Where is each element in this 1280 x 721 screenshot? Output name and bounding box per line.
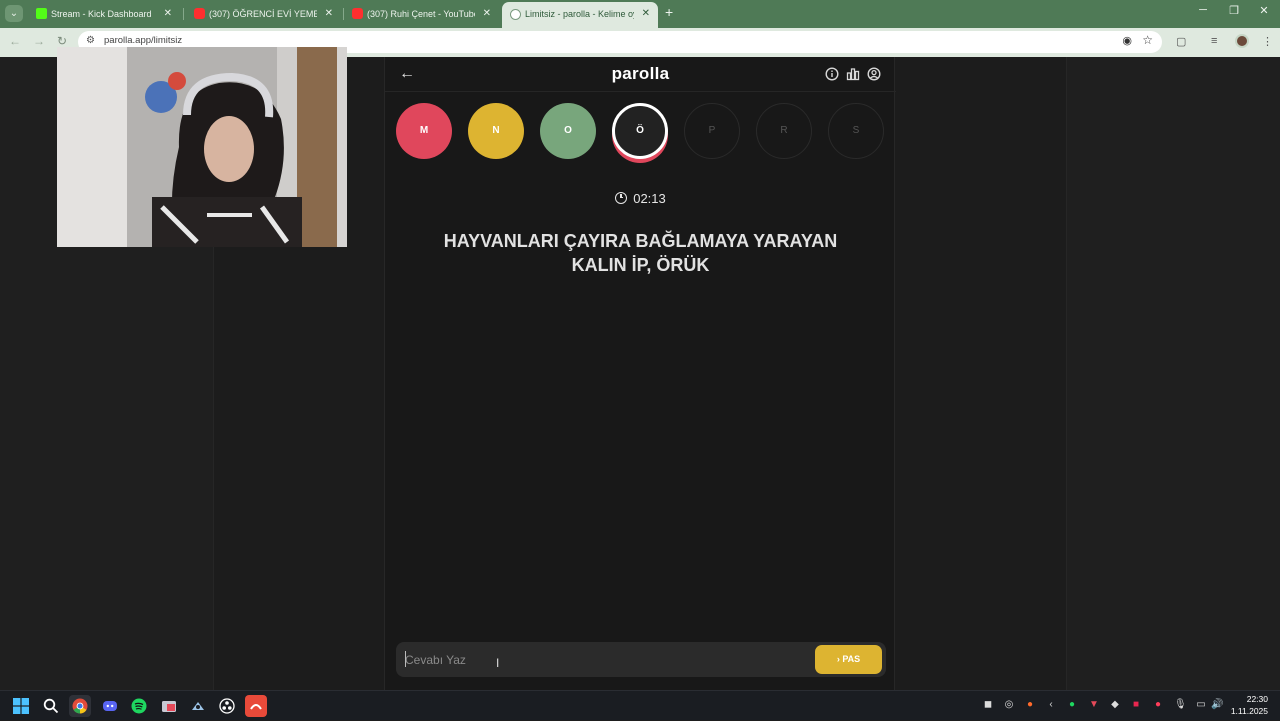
app3-tray-icon[interactable]: ● bbox=[1152, 699, 1164, 711]
parolla-favicon-icon bbox=[510, 9, 521, 20]
app-logo: parolla bbox=[611, 64, 670, 83]
letter-s: S bbox=[828, 103, 884, 159]
shield-tray-icon[interactable]: ▼ bbox=[1088, 699, 1100, 711]
clock-icon bbox=[615, 192, 628, 204]
explorer-icon[interactable] bbox=[158, 695, 180, 717]
chrome-menu-icon[interactable]: ⋮ bbox=[1262, 35, 1273, 48]
youtube-favicon-icon bbox=[194, 8, 205, 19]
tab-divider bbox=[183, 8, 184, 20]
chevron-right-icon: › bbox=[836, 654, 840, 664]
discord-tray-icon[interactable]: ◼ bbox=[982, 699, 994, 711]
timer: 02:13 bbox=[385, 191, 896, 206]
letter-n: N bbox=[468, 103, 524, 159]
tab-title: (307) ÖĞRENCİ EVİ YEMEKTEYİZ bbox=[209, 9, 317, 19]
new-tab-button[interactable]: + bbox=[665, 4, 673, 20]
steam-tray-icon[interactable]: ◆ bbox=[1109, 699, 1121, 711]
network-icon[interactable]: ▭ bbox=[1195, 699, 1207, 711]
letter-o: O bbox=[540, 103, 596, 159]
app-header: ← parolla bbox=[385, 57, 896, 92]
info-icon[interactable] bbox=[825, 67, 839, 81]
webcam-overlay bbox=[57, 47, 347, 247]
tab-youtube-ogrenci-evi[interactable]: (307) ÖĞRENCİ EVİ YEMEKTEYİZ ✕ bbox=[186, 3, 341, 25]
parolla-game-panel: ← parolla M N O Ö P R S 02:13 HAYVANLARI… bbox=[384, 57, 896, 690]
reload-icon[interactable]: ↻ bbox=[57, 34, 67, 48]
pass-button[interactable]: › PAS bbox=[815, 645, 882, 674]
forward-arrow-icon[interactable]: → bbox=[33, 34, 45, 48]
profile-avatar[interactable] bbox=[1235, 34, 1249, 48]
chevron-left-icon[interactable]: ‹ bbox=[1045, 699, 1057, 711]
back-arrow-icon[interactable]: ← bbox=[9, 34, 21, 48]
right-gutter bbox=[895, 57, 1067, 690]
tab-search-button[interactable]: ⌄ bbox=[5, 5, 23, 22]
browser-tab-strip: ⌄ Stream - Kick Dashboard ✕ (307) ÖĞRENC… bbox=[0, 0, 1280, 28]
text-caret bbox=[405, 651, 406, 667]
spotify-tray-icon[interactable]: ● bbox=[1066, 699, 1078, 711]
tab-title: Stream - Kick Dashboard bbox=[51, 9, 152, 19]
letter-p: P bbox=[684, 103, 740, 159]
extensions-icon[interactable]: ▢ bbox=[1176, 35, 1186, 48]
stats-icon[interactable] bbox=[846, 67, 860, 81]
search-icon[interactable] bbox=[40, 695, 62, 717]
minimize-window-icon[interactable]: ─ bbox=[1193, 4, 1213, 16]
obs-tray-icon[interactable]: ◎ bbox=[1003, 699, 1015, 711]
eye-off-icon[interactable]: ◉ bbox=[1122, 34, 1132, 47]
tab-title: Limitsiz - parolla - Kelime oyunu bbox=[525, 9, 634, 19]
close-tab-icon[interactable]: ✕ bbox=[164, 3, 172, 25]
close-window-icon[interactable]: ✕ bbox=[1254, 4, 1274, 17]
tab-kick-dashboard[interactable]: Stream - Kick Dashboard ✕ bbox=[28, 3, 180, 25]
obs-icon[interactable] bbox=[216, 695, 238, 717]
app-tray-icon[interactable]: ● bbox=[1024, 699, 1036, 711]
chrome-icon[interactable] bbox=[69, 695, 91, 717]
taskbar-date[interactable]: 1.11.2025 bbox=[1231, 706, 1268, 716]
answer-input[interactable] bbox=[405, 651, 795, 669]
tab-youtube-ruhi-cenet[interactable]: (307) Ruhi Çenet - YouTube ✕ bbox=[344, 3, 499, 25]
discord-icon[interactable] bbox=[99, 695, 121, 717]
webcam-feed bbox=[57, 47, 347, 247]
tab-parolla-limitsiz[interactable]: Limitsiz - parolla - Kelime oyunu ✕ bbox=[502, 2, 658, 28]
windows-taskbar: ◼ ◎ ● ‹ ● ▼ ◆ ■ ● 🎙 ▭ 🔊 22:30 1.11.2025 bbox=[0, 690, 1280, 720]
letter-r: R bbox=[756, 103, 812, 159]
spotify-icon[interactable] bbox=[128, 695, 150, 717]
bookmark-star-icon[interactable]: ☆ bbox=[1142, 33, 1153, 47]
url-text[interactable]: parolla.app/limitsiz bbox=[104, 35, 182, 46]
app2-tray-icon[interactable]: ■ bbox=[1130, 699, 1142, 711]
letter-m: M bbox=[396, 103, 452, 159]
restore-window-icon[interactable]: ❐ bbox=[1224, 4, 1244, 17]
tab-title: (307) Ruhi Çenet - YouTube bbox=[367, 9, 475, 19]
letter-o-umlaut-current: Ö bbox=[612, 103, 668, 159]
steam-icon[interactable] bbox=[187, 695, 209, 717]
mouse-ibeam-cursor-icon: I bbox=[496, 656, 500, 670]
taskbar-time[interactable]: 22:30 bbox=[1247, 694, 1268, 704]
youtube-favicon-icon bbox=[352, 8, 363, 19]
media-controls-icon[interactable]: ≡ bbox=[1211, 35, 1217, 47]
close-tab-icon[interactable]: ✕ bbox=[325, 3, 333, 25]
answer-bar: I › PAS bbox=[396, 642, 886, 677]
kick-favicon-icon bbox=[36, 8, 47, 19]
volume-icon[interactable]: 🔊 bbox=[1211, 699, 1223, 711]
media-app-icon[interactable] bbox=[245, 695, 267, 717]
profile-icon[interactable] bbox=[867, 67, 881, 81]
pass-label: PAS bbox=[842, 654, 861, 664]
timer-value: 02:13 bbox=[633, 191, 666, 206]
close-tab-icon[interactable]: ✕ bbox=[642, 2, 650, 26]
windows-start-icon[interactable] bbox=[10, 695, 32, 717]
close-tab-icon[interactable]: ✕ bbox=[483, 3, 491, 25]
microphone-icon[interactable]: 🎙 bbox=[1174, 699, 1187, 711]
question-text: HAYVANLARI ÇAYIRA BAĞLAMAYA YARAYAN KALI… bbox=[443, 231, 838, 275]
